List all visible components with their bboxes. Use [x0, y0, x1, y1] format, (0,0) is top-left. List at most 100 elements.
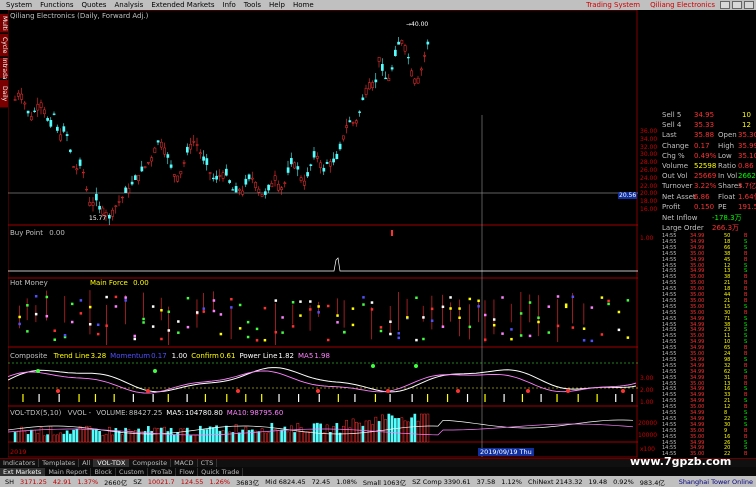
hot-money-dot [582, 327, 586, 330]
panel1-value: 0.00 [49, 229, 65, 237]
candle-body [150, 157, 153, 162]
left-tab-strip: Multi Cycle Intraday Daily [0, 10, 8, 450]
hot-money-dot [238, 303, 242, 307]
candle-body [13, 99, 17, 101]
hot-money-dot [195, 311, 199, 314]
indicator-tab-2[interactable]: All [79, 459, 95, 467]
left-tab-3[interactable]: Daily [0, 80, 8, 108]
hot-money-dot [370, 301, 374, 304]
watermark-text: www.7gpzb.com [630, 455, 732, 468]
price-axis-label: 36.00 [640, 128, 658, 135]
indicator-tab-3[interactable]: VOL-TDX [94, 459, 130, 467]
left-tab-1[interactable]: Cycle [0, 34, 8, 57]
indicator-tab-6[interactable]: CTS [198, 459, 218, 467]
candle-body [186, 146, 189, 153]
status-sh-pct: 1.37% [77, 477, 99, 486]
panel4-item-label: VVOL - [67, 409, 92, 417]
menu-item-1[interactable]: Functions [36, 1, 77, 9]
candle-body [368, 82, 371, 90]
hot-money-dot [219, 313, 223, 316]
candle-body [160, 141, 163, 148]
hot-money-dot [186, 296, 190, 300]
candle-body [348, 120, 352, 123]
menu-item-3[interactable]: Analysis [110, 1, 147, 9]
left-tab-2[interactable]: Intraday [0, 58, 8, 83]
market-tab-5[interactable]: Flow [176, 467, 199, 476]
minimize-icon[interactable] [720, 1, 730, 9]
volume-bar [303, 432, 306, 443]
menu-item-8[interactable]: Home [289, 1, 318, 9]
indicator-tab-4[interactable]: Composite [129, 459, 172, 467]
candle-body [416, 77, 420, 84]
indicator-tab-1[interactable]: Templates [39, 459, 80, 467]
candle-body [247, 174, 251, 180]
low-price-mark: 15.77 [89, 215, 107, 222]
market-tab-0[interactable]: Ext Markets [0, 467, 46, 476]
volume-bar [387, 413, 391, 443]
market-tab-2[interactable]: Block [91, 467, 117, 476]
candle-body [143, 166, 147, 168]
panel4-label: VOL-TDX(5,10) [10, 409, 62, 417]
volume-bar [163, 426, 166, 443]
stock-chart-svg[interactable] [7, 9, 638, 458]
candle-body [208, 172, 212, 174]
hot-money-dot [528, 301, 532, 304]
panel3-item-value: 1.98 [314, 352, 330, 360]
price-axis-highlight: 20.56 [618, 192, 638, 199]
candle-body [127, 188, 131, 194]
candle-body [270, 183, 274, 188]
candle-body [65, 134, 69, 136]
volume-bar [62, 433, 66, 443]
candle-body [377, 57, 381, 62]
indicator-tab-0[interactable]: Indicators [0, 459, 40, 467]
volume-bar [182, 428, 186, 443]
volume-bar [150, 430, 153, 443]
volume-bar [202, 429, 205, 443]
candle-body [319, 162, 322, 168]
panel3-item-label: MA5 [298, 352, 314, 360]
candle-body [355, 120, 358, 124]
volume-bar [247, 430, 251, 443]
chart-area[interactable]: Qiliang Electronics (Daily, Forward Adj.… [7, 9, 638, 458]
hot-money-dot [537, 316, 540, 320]
menu-item-5[interactable]: Info [219, 1, 240, 9]
hot-money-dot [160, 309, 163, 312]
candle-body [299, 177, 303, 181]
quote-value: 52598 [694, 162, 717, 170]
menu-item-6[interactable]: Tools [240, 1, 265, 9]
market-tab-4[interactable]: ProTab [148, 467, 177, 476]
menu-link-1[interactable]: Qiliang Electronics [645, 1, 720, 9]
hot-money-dot [483, 338, 487, 341]
volume-bar [85, 425, 88, 443]
indicator-tab-5[interactable]: MACD [171, 459, 198, 467]
market-tab-3[interactable]: Custom [116, 467, 148, 476]
menu-item-2[interactable]: Quotes [78, 1, 111, 9]
menu-item-7[interactable]: Help [265, 1, 289, 9]
hot-money-dot [501, 296, 504, 299]
quote-row: Sell 4 35.33 12 [660, 120, 756, 130]
volume-bar [316, 422, 319, 443]
volume-bar [426, 413, 430, 443]
left-tab-0[interactable]: Multi [0, 14, 8, 33]
hot-money-dot [441, 325, 445, 328]
menu-link-0[interactable]: Trading System [581, 1, 645, 9]
market-tab-6[interactable]: Quick Trade [198, 467, 244, 476]
hot-money-dot [79, 299, 83, 302]
volume-bar [205, 429, 209, 443]
hot-money-dot [88, 323, 92, 326]
panel3-axis-label: 1.00 [640, 399, 654, 406]
panel4-item-2: MA5:104780.80 [166, 409, 223, 417]
candle-body [46, 118, 49, 121]
close-icon[interactable] [744, 1, 754, 9]
hot-money-dot [510, 337, 513, 341]
maximize-icon[interactable] [732, 1, 742, 9]
menu-item-0[interactable]: System [2, 1, 36, 9]
panel4-item-0: VVOL - [68, 409, 93, 417]
menu-item-4[interactable]: Extended Markets [147, 1, 218, 9]
hot-money-dot [34, 295, 38, 298]
volume-bar [293, 432, 296, 443]
hot-money-dot [246, 320, 250, 324]
hot-money-dot [230, 297, 233, 301]
market-tab-1[interactable]: Main Report [45, 467, 92, 476]
quote-qty: 12 [742, 121, 751, 130]
